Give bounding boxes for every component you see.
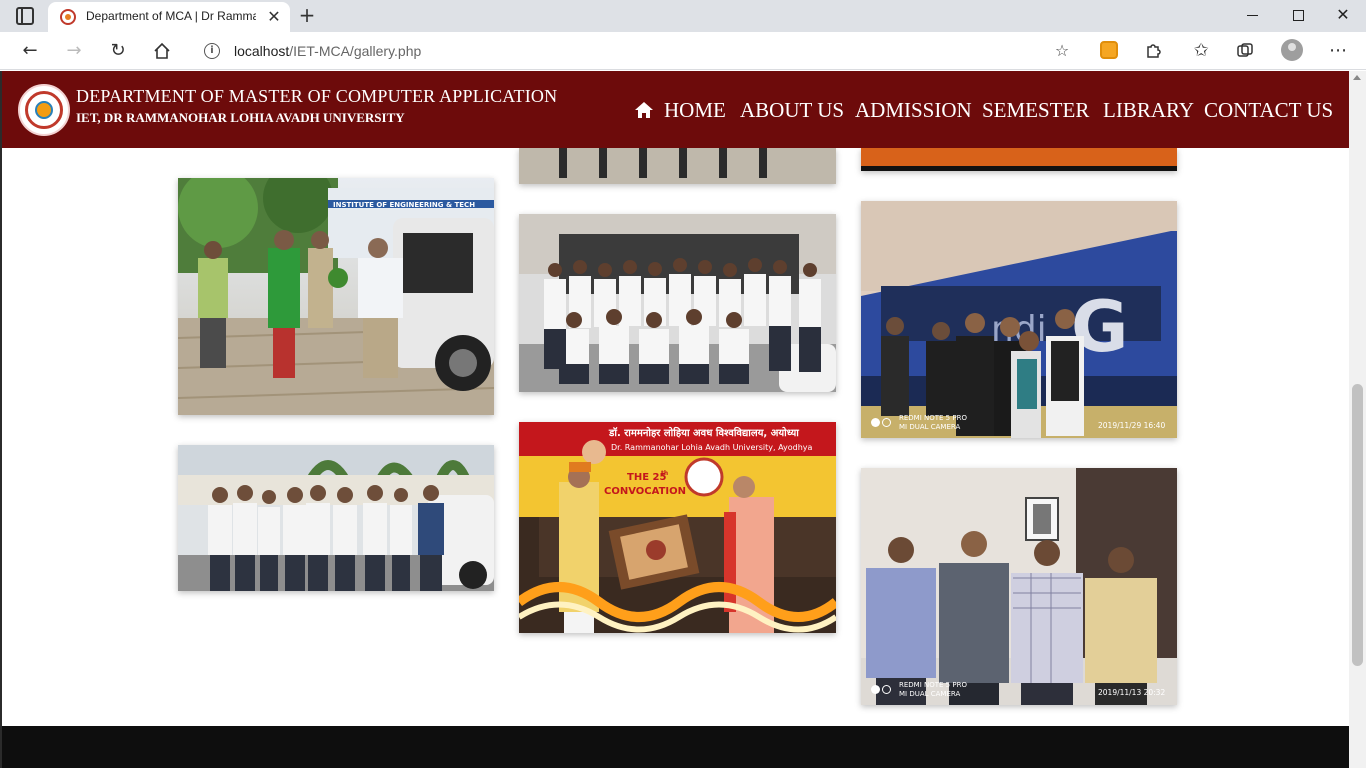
building-sign-text: INSTITUTE OF ENGINEERING & TECH (333, 201, 475, 209)
tab-title: Department of MCA | Dr Rammanohar Lohia … (86, 9, 256, 23)
nav-library[interactable]: LIBRARY (1103, 98, 1194, 123)
gallery-photo-bus-trip[interactable]: G ndi REDMI NOTE 5 PRO MI DUAL CAMERA 20… (861, 201, 1177, 438)
browser-toolbar: ← → ↻ i localhost/IET-MCA/gallery.php ☆ … (0, 32, 1366, 70)
scroll-up-icon[interactable] (1353, 75, 1361, 80)
refresh-icon[interactable]: ↻ (106, 39, 130, 63)
camera-lens-text: MI DUAL CAMERA (899, 690, 961, 698)
back-icon[interactable]: ← (18, 39, 42, 63)
gallery-photo-plantation[interactable]: INSTITUTE OF ENGINEERING & TECH (178, 178, 494, 415)
camera-watermark-dot (871, 418, 880, 427)
home-icon[interactable] (150, 39, 174, 63)
new-tab-icon[interactable]: + (296, 4, 318, 26)
camera-watermark-dot (871, 685, 880, 694)
more-icon[interactable]: ⋯ (1326, 39, 1350, 63)
department-title[interactable]: DEPARTMENT OF MASTER OF COMPUTER APPLICA… (76, 86, 557, 107)
home-nav-icon[interactable] (634, 101, 654, 119)
nav-semester[interactable]: SEMESTER (982, 98, 1089, 123)
gallery-photo-partial-2[interactable] (519, 148, 836, 184)
add-favorite-icon[interactable]: ☆ (1052, 41, 1072, 61)
page-footer (2, 726, 1349, 768)
camera-watermark-dot (882, 418, 891, 427)
camera-model-text: REDMI NOTE 5 PRO (899, 414, 967, 422)
collections-icon[interactable] (1233, 39, 1257, 63)
photo-datetime-text: 2019/11/13 20:32 (1098, 688, 1166, 697)
gallery-photo-students-group[interactable] (519, 214, 836, 392)
department-subtitle: IET, DR RAMMANOHAR LOHIA AVADH UNIVERSIT… (76, 110, 405, 125)
site-header: DEPARTMENT OF MASTER OF COMPUTER APPLICA… (2, 71, 1349, 148)
gallery-photo-faculty-indoor[interactable]: REDMI NOTE 5 PRO MI DUAL CAMERA 2019/11/… (861, 468, 1177, 705)
window-close-icon[interactable]: ✕ (1332, 4, 1354, 26)
browser-tab[interactable]: Department of MCA | Dr Rammanohar Lohia … (48, 2, 290, 32)
university-logo[interactable] (18, 84, 70, 136)
gallery-photo-partial-3[interactable] (861, 148, 1177, 171)
nav-admission[interactable]: ADMISSION (855, 98, 972, 123)
minimize-icon[interactable] (1242, 4, 1264, 26)
favorites-icon[interactable]: ✩ (1189, 39, 1213, 63)
banner-hindi-text: डॉ. राममनोहर लोहिया अवध विश्वविद्यालय, अ… (608, 426, 799, 439)
info-icon[interactable]: i (204, 43, 220, 59)
maximize-icon[interactable] (1288, 4, 1310, 26)
banner-event-name: CONVOCATION (604, 486, 686, 497)
banner-event-suffix: th (661, 470, 668, 477)
camera-lens-text: MI DUAL CAMERA (899, 423, 961, 431)
nav-about-us[interactable]: ABOUT US (740, 98, 844, 123)
camera-watermark-dot (882, 685, 891, 694)
site-favicon-icon (60, 9, 76, 25)
forward-icon[interactable]: → (62, 39, 86, 63)
nav-home[interactable]: HOME (664, 98, 726, 123)
profile-icon[interactable] (1281, 39, 1303, 61)
tab-close-icon[interactable]: ✕ (264, 7, 284, 27)
address-bar[interactable]: i localhost/IET-MCA/gallery.php ☆ (190, 36, 1082, 66)
browser-tab-strip: Department of MCA | Dr Rammanohar Lohia … (0, 0, 1366, 32)
gallery-photo-convocation[interactable]: डॉ. राममनोहर लोहिया अवध विश्वविद्यालय, अ… (519, 422, 836, 633)
camera-model-text: REDMI NOTE 5 PRO (899, 681, 967, 689)
puzzle-icon[interactable] (1141, 39, 1165, 63)
url-text[interactable]: localhost/IET-MCA/gallery.php (234, 43, 421, 59)
gallery-photo-group-outdoor[interactable] (178, 445, 494, 591)
page-scrollbar[interactable] (1349, 71, 1366, 768)
banner-english-text: Dr. Rammanohar Lohia Avadh University, A… (611, 443, 813, 452)
photo-datetime-text: 2019/11/29 16:40 (1098, 421, 1166, 430)
extension-icon[interactable] (1100, 41, 1118, 59)
tab-actions-icon[interactable] (16, 7, 34, 25)
nav-contact-us[interactable]: CONTACT US (1204, 98, 1333, 123)
page-viewport: DEPARTMENT OF MASTER OF COMPUTER APPLICA… (0, 71, 1349, 768)
scrollbar-thumb[interactable] (1352, 384, 1363, 666)
